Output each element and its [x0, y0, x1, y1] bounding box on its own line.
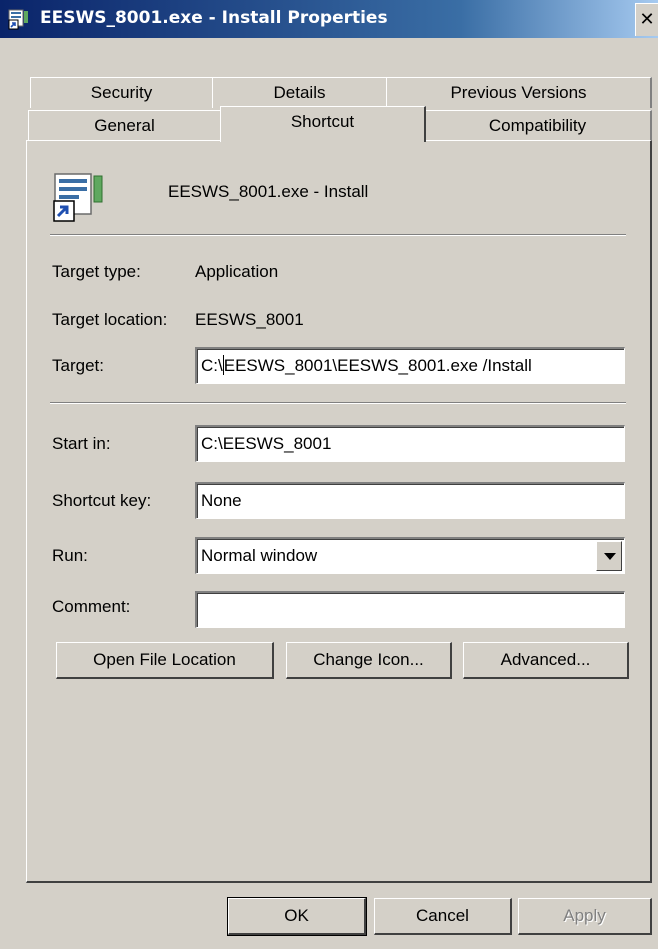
button-label: OK: [284, 906, 309, 925]
target-input[interactable]: C:\EESWS_8001\EESWS_8001.exe /Install: [195, 347, 625, 384]
button-label: Cancel: [416, 906, 469, 925]
tab-label: Security: [90, 83, 153, 102]
target-label: Target:: [52, 356, 104, 375]
target-location-value: EESWS_8001: [195, 310, 304, 329]
start-in-input[interactable]: C:\EESWS_8001: [195, 425, 625, 462]
tab-previous-versions[interactable]: Previous Versions: [386, 77, 652, 108]
divider: [50, 234, 626, 236]
start-in-label: Start in:: [52, 434, 111, 453]
tab-shortcut[interactable]: Shortcut: [220, 106, 426, 142]
shortcut-key-label: Shortcut key:: [52, 491, 152, 510]
shortcut-key-value: None: [201, 491, 242, 510]
tab-label: Compatibility: [488, 116, 587, 135]
run-label: Run:: [52, 546, 88, 565]
button-label: Change Icon...: [313, 650, 424, 669]
shortcut-key-input[interactable]: None: [195, 482, 625, 519]
tab-compatibility[interactable]: Compatibility: [424, 110, 652, 141]
ok-button[interactable]: OK: [227, 897, 367, 936]
properties-dialog: EESWS_8001.exe - Install Properties ✕ Se…: [0, 0, 658, 949]
title-bar[interactable]: EESWS_8001.exe - Install Properties ✕: [0, 0, 658, 38]
shortcut-app-icon: [53, 173, 103, 222]
tab-details[interactable]: Details: [212, 77, 388, 108]
advanced-button[interactable]: Advanced...: [463, 642, 629, 679]
tab-security[interactable]: Security: [30, 77, 214, 108]
cancel-button[interactable]: Cancel: [374, 898, 512, 935]
button-label: Advanced...: [500, 650, 591, 669]
chevron-down-icon: [604, 553, 616, 560]
button-label: Open File Location: [93, 650, 236, 669]
divider: [50, 402, 626, 404]
tab-label: General: [94, 116, 155, 135]
target-type-label: Target type:: [52, 262, 141, 281]
tab-general[interactable]: General: [28, 110, 222, 141]
change-icon-button[interactable]: Change Icon...: [286, 642, 452, 679]
tab-label: Details: [273, 83, 326, 102]
shortcut-name: EESWS_8001.exe - Install: [168, 182, 369, 201]
button-label: Apply: [563, 906, 606, 925]
run-value: Normal window: [201, 546, 318, 565]
tab-label: Previous Versions: [450, 83, 587, 102]
start-in-value: C:\EESWS_8001: [201, 434, 332, 453]
comment-input[interactable]: [195, 591, 625, 628]
close-icon: ✕: [639, 9, 655, 30]
target-text-rest: EESWS_8001\EESWS_8001.exe /Install: [223, 356, 532, 375]
apply-button[interactable]: Apply: [518, 898, 652, 935]
target-text: C:\: [201, 356, 223, 375]
open-file-location-button[interactable]: Open File Location: [56, 642, 274, 679]
tab-label: Shortcut: [290, 112, 355, 131]
target-type-value: Application: [195, 262, 279, 281]
run-dropdown-button[interactable]: [596, 541, 622, 571]
close-button[interactable]: ✕: [635, 3, 658, 36]
shortcut-app-icon: [8, 9, 28, 30]
target-location-label: Target location:: [52, 310, 168, 329]
window-title: EESWS_8001.exe - Install Properties: [40, 8, 388, 28]
run-select[interactable]: Normal window: [195, 537, 625, 574]
comment-label: Comment:: [52, 597, 131, 616]
